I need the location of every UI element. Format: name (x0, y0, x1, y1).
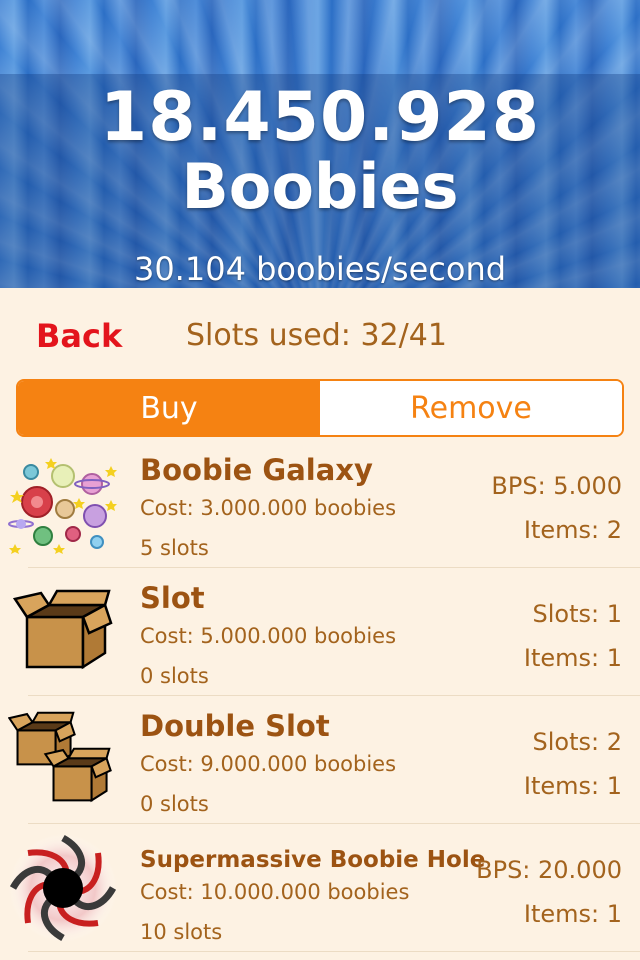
score-count: 18.450.928 (99, 78, 541, 157)
double-box-icon (4, 706, 122, 814)
shop-item-slot[interactable]: Slot Cost: 5.000.000 boobies 0 slots Slo… (0, 568, 640, 696)
item-name: Double Slot (140, 709, 330, 743)
item-name: Supermassive Boobie Hole (140, 847, 486, 873)
item-name: Slot (140, 581, 205, 615)
slots-used-label: Slots used: 32/41 (186, 318, 447, 353)
item-slots-gained: Slots: 2 (532, 728, 622, 756)
item-slots-gained: Slots: 1 (532, 600, 622, 628)
item-slots: 0 slots (140, 792, 209, 816)
item-bps: BPS: 5.000 (491, 472, 622, 500)
tab-buy[interactable]: Buy (18, 381, 320, 435)
item-count: Items: 1 (523, 644, 622, 672)
item-name: Boobie Galaxy (140, 453, 373, 487)
buy-remove-segmented-control: Buy Remove (16, 379, 624, 437)
shop-item-boobie-galaxy[interactable]: Boobie Galaxy Cost: 3.000.000 boobies 5 … (0, 440, 640, 568)
item-slots: 5 slots (140, 536, 209, 560)
box-icon (4, 578, 122, 686)
item-cost: Cost: 9.000.000 boobies (140, 752, 397, 776)
shop-item-list: Boobie Galaxy Cost: 3.000.000 boobies 5 … (0, 440, 640, 952)
shop-item-double-slot[interactable]: Double Slot Cost: 9.000.000 boobies 0 sl… (0, 696, 640, 824)
item-bps: BPS: 20.000 (476, 856, 622, 884)
shop-item-supermassive-boobie-hole[interactable]: Supermassive Boobie Hole Cost: 10.000.00… (0, 824, 640, 952)
row-divider (28, 951, 640, 952)
item-cost: Cost: 5.000.000 boobies (140, 624, 397, 648)
rate-label: 30.104 boobies/second (133, 250, 507, 288)
item-slots: 0 slots (140, 664, 209, 688)
item-cost: Cost: 10.000.000 boobies (140, 880, 410, 904)
item-count: Items: 2 (523, 516, 622, 544)
back-button[interactable]: Back (36, 316, 122, 356)
black-hole-icon (4, 834, 122, 942)
score-unit-label: Boobies (181, 150, 459, 223)
score-header: 18.450.928 Boobies 30.104 boobies/second (0, 0, 640, 288)
galaxy-icon (4, 450, 122, 558)
item-count: Items: 1 (523, 772, 622, 800)
item-slots: 10 slots (140, 920, 223, 944)
tab-remove[interactable]: Remove (320, 381, 622, 435)
item-count: Items: 1 (523, 900, 622, 928)
item-cost: Cost: 3.000.000 boobies (140, 496, 397, 520)
